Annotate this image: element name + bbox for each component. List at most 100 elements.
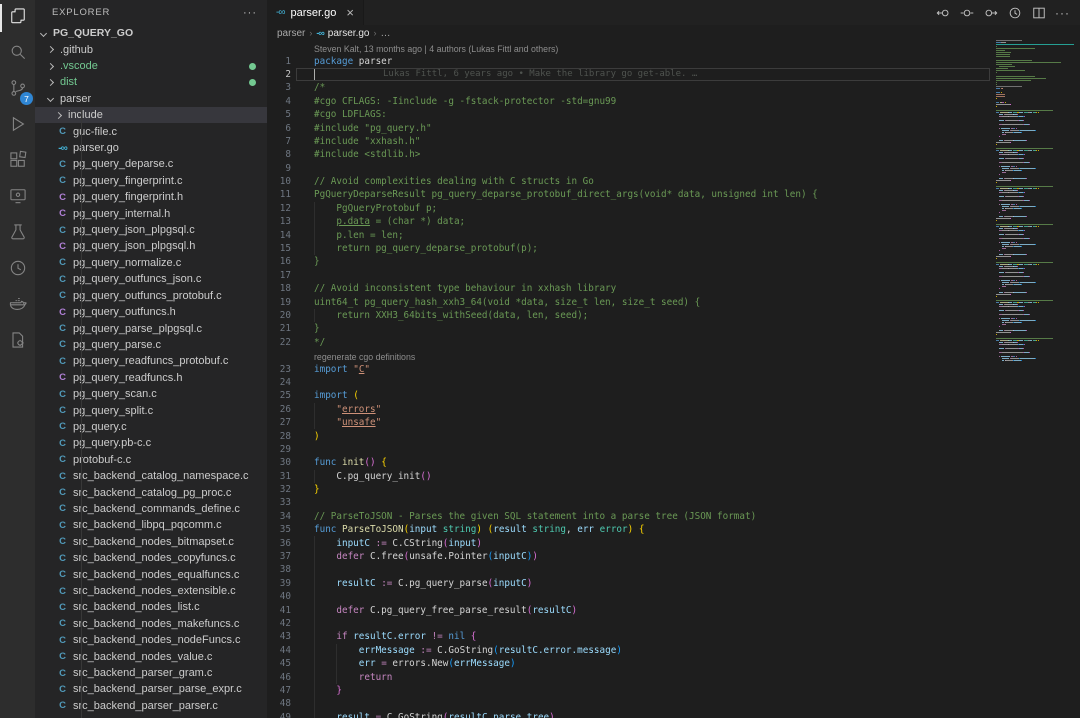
code-line-19[interactable]: 19uint64_t pg_query_hash_xxh3_64(void *d… bbox=[267, 295, 1080, 308]
tree-file-pg_query_parse_plpgsql.c[interactable]: Cpg_query_parse_plpgsql.c bbox=[35, 320, 267, 336]
code-line-34[interactable]: 34// ParseToJSON - Parses the given SQL … bbox=[267, 510, 1080, 523]
code-line-6[interactable]: 6#include "pg_query.h" bbox=[267, 121, 1080, 134]
code-line-10[interactable]: 10// Avoid complexities dealing with C s… bbox=[267, 175, 1080, 188]
split-editor-icon[interactable] bbox=[1031, 5, 1046, 20]
code-line-16[interactable]: 16} bbox=[267, 255, 1080, 268]
tree-folder-parser[interactable]: parser bbox=[35, 91, 267, 107]
breadcrumb-folder[interactable]: parser bbox=[277, 28, 305, 39]
tree-file-src_backend_catalog_pg_proc.c[interactable]: Csrc_backend_catalog_pg_proc.c bbox=[35, 484, 267, 500]
tree-file-src_backend_nodes_makefuncs.c[interactable]: Csrc_backend_nodes_makefuncs.c bbox=[35, 616, 267, 632]
activity-testing[interactable] bbox=[0, 216, 35, 252]
breadcrumb-file[interactable]: parser.go bbox=[328, 28, 370, 39]
code-line-14[interactable]: 14 p.len = len; bbox=[267, 228, 1080, 241]
tree-file-src_backend_parser_gram.c[interactable]: Csrc_backend_parser_gram.c bbox=[35, 665, 267, 681]
code-line-32[interactable]: 32} bbox=[267, 483, 1080, 496]
code-line-17[interactable]: 17 bbox=[267, 269, 1080, 282]
tree-file-src_backend_nodes_equalfuncs.c[interactable]: Csrc_backend_nodes_equalfuncs.c bbox=[35, 566, 267, 582]
tree-file-pg_query_readfuncs.h[interactable]: Cpg_query_readfuncs.h bbox=[35, 370, 267, 386]
code-line-13[interactable]: 13 p.data = (char *) data; bbox=[267, 215, 1080, 228]
tree-folder-.vscode[interactable]: .vscode bbox=[35, 58, 267, 74]
tree-file-pg_query_fingerprint.c[interactable]: Cpg_query_fingerprint.c bbox=[35, 173, 267, 189]
code-line-1[interactable]: 1package parser bbox=[267, 54, 1080, 67]
tree-file-src_backend_nodes_bitmapset.c[interactable]: Csrc_backend_nodes_bitmapset.c bbox=[35, 534, 267, 550]
more-actions-icon[interactable]: ··· bbox=[1055, 5, 1070, 20]
code-line-27[interactable]: 27 "unsafe" bbox=[267, 416, 1080, 429]
code-line-29[interactable]: 29 bbox=[267, 443, 1080, 456]
code-line-30[interactable]: 30func init() { bbox=[267, 456, 1080, 469]
gitlens-clock-icon[interactable] bbox=[1007, 5, 1022, 20]
code-line-33[interactable]: 33 bbox=[267, 496, 1080, 509]
code-line-40[interactable]: 40 bbox=[267, 590, 1080, 603]
tree-file-src_backend_nodes_value.c[interactable]: Csrc_backend_nodes_value.c bbox=[35, 648, 267, 664]
tree-file-pg_query_outfuncs_protobuf.c[interactable]: Cpg_query_outfuncs_protobuf.c bbox=[35, 288, 267, 304]
code-editor[interactable]: Steven Kalt, 13 months ago | 4 authors (… bbox=[267, 41, 1080, 718]
toggle-blame-icon[interactable] bbox=[959, 5, 974, 20]
code-line-7[interactable]: 7#include "xxhash.h" bbox=[267, 135, 1080, 148]
code-line-5[interactable]: 5#cgo LDFLAGS: bbox=[267, 108, 1080, 121]
code-line-15[interactable]: 15 return pg_query_deparse_protobuf(p); bbox=[267, 242, 1080, 255]
tree-file-pg_query_split.c[interactable]: Cpg_query_split.c bbox=[35, 402, 267, 418]
tree-file-src_backend_nodes_nodeFuncs.c[interactable]: Csrc_backend_nodes_nodeFuncs.c bbox=[35, 632, 267, 648]
tree-file-pg_query_scan.c[interactable]: Cpg_query_scan.c bbox=[35, 386, 267, 402]
tree-file-src_backend_commands_define.c[interactable]: Csrc_backend_commands_define.c bbox=[35, 501, 267, 517]
tree-file-pg_query_outfuncs_json.c[interactable]: Cpg_query_outfuncs_json.c bbox=[35, 271, 267, 287]
activity-gitlens[interactable] bbox=[0, 252, 35, 288]
open-changes-next-icon[interactable] bbox=[983, 5, 998, 20]
tree-file-src_backend_libpq_pqcomm.c[interactable]: Csrc_backend_libpq_pqcomm.c bbox=[35, 517, 267, 533]
tree-folder-include[interactable]: include bbox=[35, 107, 267, 123]
tree-folder-.github[interactable]: .github bbox=[35, 41, 267, 57]
code-line-9[interactable]: 9 bbox=[267, 162, 1080, 175]
tree-file-src_backend_parser_parse_expr.c[interactable]: Csrc_backend_parser_parse_expr.c bbox=[35, 681, 267, 697]
code-line-24[interactable]: 24 bbox=[267, 376, 1080, 389]
activity-search[interactable] bbox=[0, 36, 35, 72]
activity-explorer[interactable] bbox=[0, 0, 35, 36]
code-line-36[interactable]: 36 inputC := C.CString(input) bbox=[267, 536, 1080, 549]
close-icon[interactable]: × bbox=[346, 6, 354, 19]
breadcrumb-symbol[interactable]: … bbox=[380, 28, 390, 39]
tree-file-protobuf-c.c[interactable]: Cprotobuf-c.c bbox=[35, 452, 267, 468]
activity-run-and-debug[interactable] bbox=[0, 108, 35, 144]
code-line-43[interactable]: 43 if resultC.error != nil { bbox=[267, 630, 1080, 643]
tree-file-pg_query_parse.c[interactable]: Cpg_query_parse.c bbox=[35, 337, 267, 353]
tree-file-parser.go[interactable]: -∞parser.go bbox=[35, 140, 267, 156]
code-line-39[interactable]: 39 resultC := C.pg_query_parse(inputC) bbox=[267, 577, 1080, 590]
tree-file-pg_query_internal.h[interactable]: Cpg_query_internal.h bbox=[35, 205, 267, 221]
activity-docker[interactable] bbox=[0, 288, 35, 324]
code-line-23[interactable]: 23import "C" bbox=[267, 362, 1080, 375]
code-line-47[interactable]: 47 } bbox=[267, 684, 1080, 697]
code-line-18[interactable]: 18// Avoid inconsistent type behaviour i… bbox=[267, 282, 1080, 295]
code-line-26[interactable]: 26 "errors" bbox=[267, 403, 1080, 416]
tree-file-src_backend_nodes_copyfuncs.c[interactable]: Csrc_backend_nodes_copyfuncs.c bbox=[35, 550, 267, 566]
minimap[interactable] bbox=[992, 40, 1080, 718]
code-line-38[interactable]: 38 bbox=[267, 563, 1080, 576]
tree-file-pg_query_json_plpgsql.c[interactable]: Cpg_query_json_plpgsql.c bbox=[35, 222, 267, 238]
tree-file-src_backend_nodes_list.c[interactable]: Csrc_backend_nodes_list.c bbox=[35, 599, 267, 615]
tree-file-src_backend_nodes_extensible.c[interactable]: Csrc_backend_nodes_extensible.c bbox=[35, 583, 267, 599]
code-line-11[interactable]: 11PgQueryDeparseResult pg_query_deparse_… bbox=[267, 188, 1080, 201]
activity-project-manager[interactable] bbox=[0, 324, 35, 360]
code-line-41[interactable]: 41 defer C.pg_query_free_parse_result(re… bbox=[267, 603, 1080, 616]
codelens-regenerate-cgo[interactable]: regenerate cgo definitions bbox=[314, 352, 415, 362]
tree-file-pg_query_json_plpgsql.h[interactable]: Cpg_query_json_plpgsql.h bbox=[35, 238, 267, 254]
tree-file-src_backend_parser_parser.c[interactable]: Csrc_backend_parser_parser.c bbox=[35, 698, 267, 714]
codelens-blame[interactable]: Steven Kalt, 13 months ago | 4 authors (… bbox=[314, 44, 558, 54]
tree-folder-PG_QUERY_GO[interactable]: PG_QUERY_GO bbox=[35, 25, 267, 41]
open-changes-prev-icon[interactable] bbox=[935, 5, 950, 20]
code-line-2[interactable]: 2Lukas Fittl, 6 years ago • Make the lib… bbox=[267, 68, 1080, 81]
tree-file-pg_query.c[interactable]: Cpg_query.c bbox=[35, 419, 267, 435]
tree-file-pg_query_readfuncs_protobuf.c[interactable]: Cpg_query_readfuncs_protobuf.c bbox=[35, 353, 267, 369]
tree-file-pg_query_normalize.c[interactable]: Cpg_query_normalize.c bbox=[35, 255, 267, 271]
code-line-45[interactable]: 45 err = errors.New(errMessage) bbox=[267, 657, 1080, 670]
code-line-49[interactable]: 49 result = C.GoString(resultC.parse_tre… bbox=[267, 711, 1080, 718]
more-actions-icon[interactable]: ··· bbox=[243, 7, 257, 19]
code-line-31[interactable]: 31 C.pg_query_init() bbox=[267, 470, 1080, 483]
code-line-4[interactable]: 4#cgo CFLAGS: -Iinclude -g -fstack-prote… bbox=[267, 95, 1080, 108]
code-line-35[interactable]: 35func ParseToJSON(input string) (result… bbox=[267, 523, 1080, 536]
code-line-22[interactable]: 22*/ bbox=[267, 336, 1080, 349]
code-line-37[interactable]: 37 defer C.free(unsafe.Pointer(inputC)) bbox=[267, 550, 1080, 563]
tree-file-pg_query_fingerprint.h[interactable]: Cpg_query_fingerprint.h bbox=[35, 189, 267, 205]
tab-parser-go[interactable]: -∞ parser.go × bbox=[267, 0, 364, 25]
code-line-44[interactable]: 44 errMessage := C.GoString(resultC.erro… bbox=[267, 644, 1080, 657]
activity-remote-explorer[interactable] bbox=[0, 180, 35, 216]
code-line-21[interactable]: 21} bbox=[267, 322, 1080, 335]
